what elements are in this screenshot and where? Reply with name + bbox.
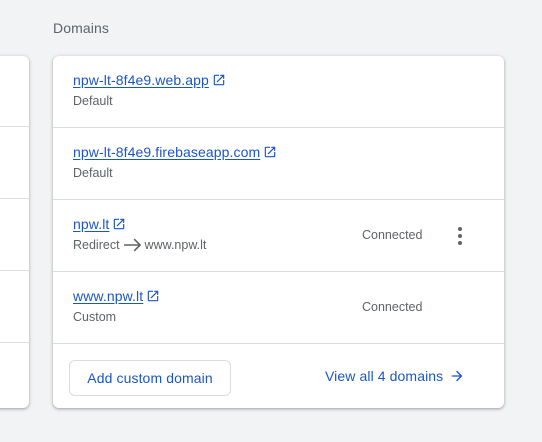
domain-row: npw-lt-8f4e9.web.app Default <box>53 56 504 128</box>
redirect-target: www.npw.lt <box>144 238 207 252</box>
open-in-new-icon[interactable] <box>146 289 160 303</box>
arrow-right-icon <box>123 238 142 252</box>
more-vert-icon[interactable] <box>449 224 471 248</box>
domain-link-line: npw-lt-8f4e9.web.app <box>73 72 226 88</box>
domain-type-label: Redirect <box>73 238 120 252</box>
domain-row: www.npw.lt Custom Connected <box>53 272 504 344</box>
open-in-new-icon[interactable] <box>263 145 277 159</box>
view-all-domains-link[interactable]: View all 4 domains <box>325 368 465 384</box>
domain-type: Custom <box>73 310 116 324</box>
domain-type: Default <box>73 94 113 108</box>
domain-type-label: Default <box>73 166 113 180</box>
domain-row: npw-lt-8f4e9.firebaseapp.com Default <box>53 128 504 200</box>
domain-link-line: npw-lt-8f4e9.firebaseapp.com <box>73 144 277 160</box>
open-in-new-icon[interactable] <box>212 73 226 87</box>
domain-link-line: npw.lt <box>73 216 126 232</box>
domain-link[interactable]: npw-lt-8f4e9.web.app <box>73 72 209 88</box>
domain-link[interactable]: npw-lt-8f4e9.firebaseapp.com <box>73 144 260 160</box>
domain-type: Redirect www.npw.lt <box>73 238 206 252</box>
arrow-right-icon <box>449 368 465 384</box>
menu-dot <box>458 227 462 231</box>
menu-dot <box>458 241 462 245</box>
open-in-new-icon[interactable] <box>112 217 126 231</box>
add-custom-domain-button[interactable]: Add custom domain <box>69 360 231 396</box>
divider <box>0 126 29 127</box>
domain-row: npw.lt Redirect www.npw.lt Connected <box>53 200 504 272</box>
divider <box>0 342 29 343</box>
view-all-label: View all 4 domains <box>325 368 444 384</box>
domain-link[interactable]: www.npw.lt <box>73 288 143 304</box>
status-label: Connected <box>362 300 423 314</box>
domain-type-label: Default <box>73 94 113 108</box>
adjacent-card <box>0 56 29 408</box>
divider <box>0 270 29 271</box>
domain-type-label: Custom <box>73 310 117 324</box>
domain-link-line: www.npw.lt <box>73 288 160 304</box>
section-title: Domains <box>53 20 109 36</box>
status-label: Connected <box>362 228 423 242</box>
divider <box>0 198 29 199</box>
domain-type: Default <box>73 166 113 180</box>
domain-link[interactable]: npw.lt <box>73 216 109 232</box>
domains-card: npw-lt-8f4e9.web.app Default npw-lt-8f4e… <box>53 56 504 408</box>
menu-dot <box>458 234 462 238</box>
